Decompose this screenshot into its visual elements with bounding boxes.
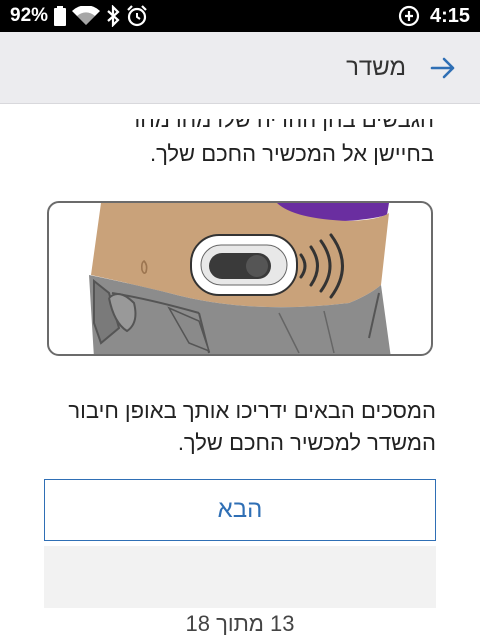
status-left: 92% — [10, 5, 148, 27]
status-bar: 92% 4:15 — [0, 0, 480, 32]
alarm-icon — [126, 5, 148, 27]
battery-icon — [54, 6, 67, 26]
footer-panel — [44, 546, 436, 608]
wifi-icon — [72, 6, 101, 26]
partially-scrolled-text: הגבשים בחן ההדיה שלו מחו מחו — [134, 107, 434, 131]
bluetooth-icon — [106, 5, 120, 27]
arrow-right-icon[interactable] — [428, 53, 458, 83]
page-counter: 13 מתוך 18 — [185, 611, 295, 636]
instruction-text: המסכים הבאים ידריכו אותך באופן חיבור המש… — [68, 398, 436, 455]
page-title: משדר — [346, 53, 406, 81]
transmitter-on-abdomen-illustration — [47, 201, 433, 356]
app-bar: משדר — [0, 32, 480, 104]
status-time: 4:15 — [429, 4, 470, 27]
intro-text: בחיישן אל המכשיר החכם שלך. — [149, 141, 434, 166]
content-area[interactable]: הגבשים בחן ההדיה שלו מחו מחו בחיישן אל ה… — [0, 105, 480, 640]
next-button[interactable]: הבא — [44, 479, 436, 541]
battery-percent: 92% — [10, 5, 49, 26]
data-saver-icon — [398, 5, 420, 27]
status-right: 4:15 — [398, 5, 470, 28]
